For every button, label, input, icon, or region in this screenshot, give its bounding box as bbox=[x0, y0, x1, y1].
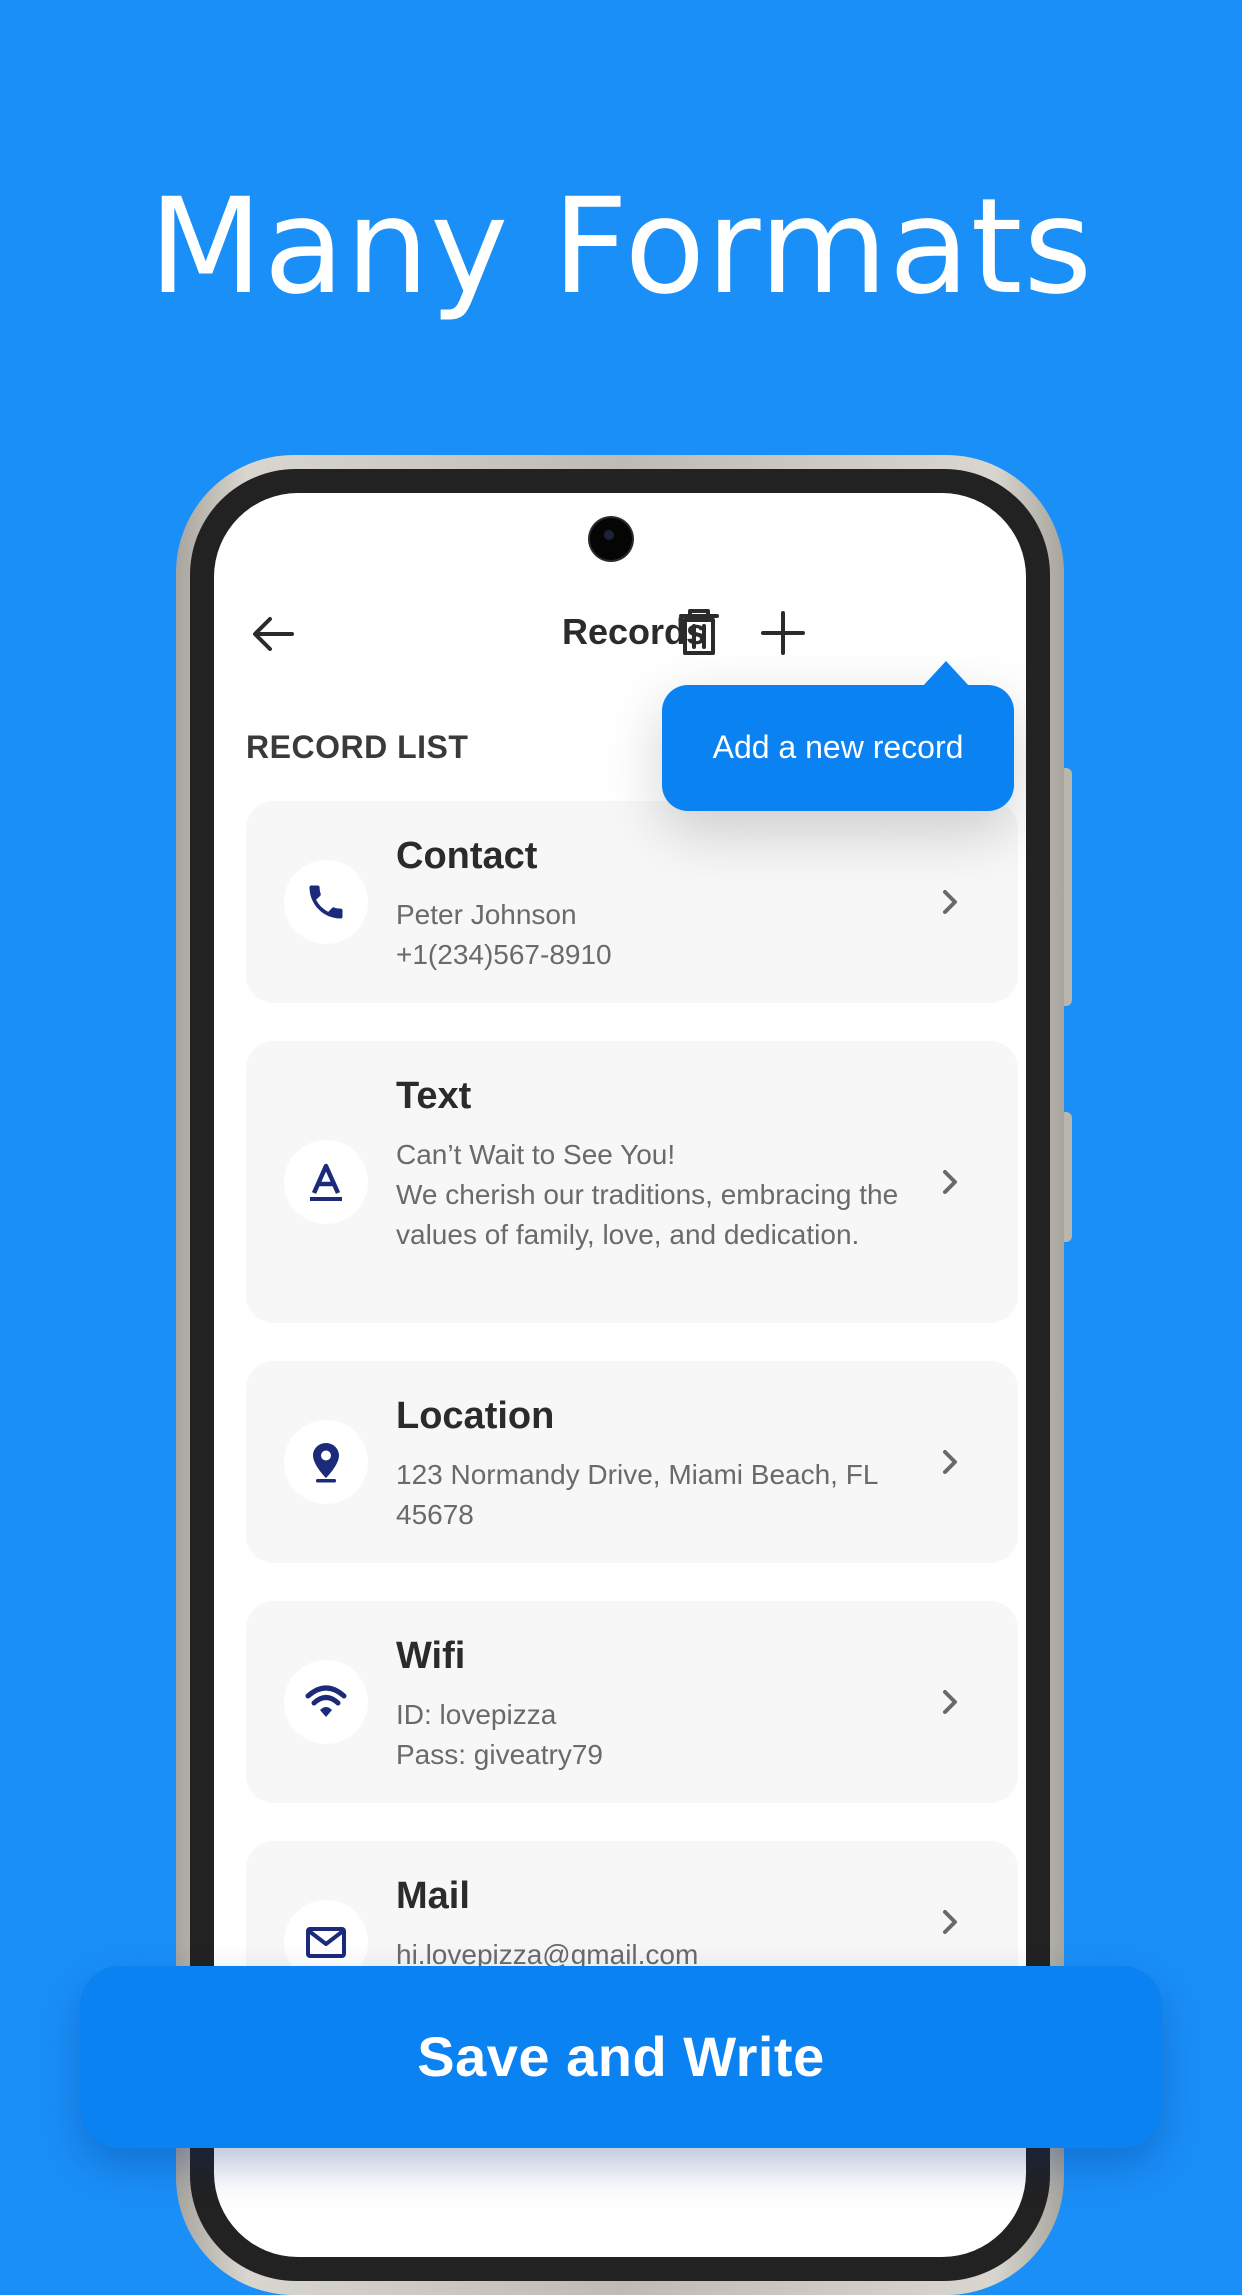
tooltip-text: Add a new record bbox=[712, 729, 964, 765]
icon-circle bbox=[284, 1420, 368, 1504]
text-format-icon bbox=[310, 1163, 342, 1201]
add-record-plus-icon[interactable] bbox=[757, 607, 809, 659]
record-title: Text bbox=[396, 1075, 472, 1117]
save-and-write-button[interactable]: Save and Write bbox=[80, 1966, 1162, 2148]
record-title: Location bbox=[396, 1395, 555, 1437]
record-card-text[interactable]: Text Can’t Wait to See You! We cherish o… bbox=[246, 1041, 1018, 1323]
page-title: Records bbox=[561, 611, 707, 652]
record-card-wifi[interactable]: Wifi ID: lovepizza Pass: giveatry79 bbox=[246, 1601, 1018, 1803]
chevron-right-icon bbox=[943, 1690, 957, 1714]
record-title: Mail bbox=[396, 1875, 470, 1917]
chevron-right-icon bbox=[943, 890, 957, 914]
record-card-location[interactable]: Location 123 Normandy Drive, Miami Beach… bbox=[246, 1361, 1018, 1563]
record-body: Peter Johnson +1(234)567-8910 bbox=[396, 899, 612, 970]
trash-icon[interactable] bbox=[674, 607, 724, 659]
chevron-right-icon bbox=[943, 1450, 957, 1474]
record-body: 123 Normandy Drive, Miami Beach, FL 4567… bbox=[396, 1459, 878, 1530]
phone-icon bbox=[309, 885, 343, 919]
icon-circle bbox=[284, 1140, 368, 1224]
mail-icon bbox=[306, 1927, 346, 1958]
icon-circle bbox=[284, 860, 368, 944]
add-record-tooltip: Add a new record bbox=[662, 661, 1014, 811]
record-title: Contact bbox=[396, 835, 538, 877]
chevron-right-icon bbox=[943, 1170, 957, 1194]
location-pin-icon bbox=[313, 1443, 339, 1483]
record-list-label: RECORD LIST bbox=[246, 729, 469, 765]
record-title: Wifi bbox=[396, 1635, 466, 1677]
wifi-icon bbox=[305, 1685, 347, 1717]
front-camera bbox=[590, 518, 632, 560]
icon-circle bbox=[284, 1660, 368, 1744]
record-card-contact[interactable]: Contact Peter Johnson +1(234)567-8910 bbox=[246, 801, 1018, 1003]
record-body: Can’t Wait to See You! We cherish our tr… bbox=[396, 1139, 899, 1250]
record-body: ID: lovepizza Pass: giveatry79 bbox=[396, 1699, 603, 1770]
promo-headline: Many Formats bbox=[148, 170, 1094, 324]
chevron-right-icon bbox=[943, 1910, 957, 1934]
